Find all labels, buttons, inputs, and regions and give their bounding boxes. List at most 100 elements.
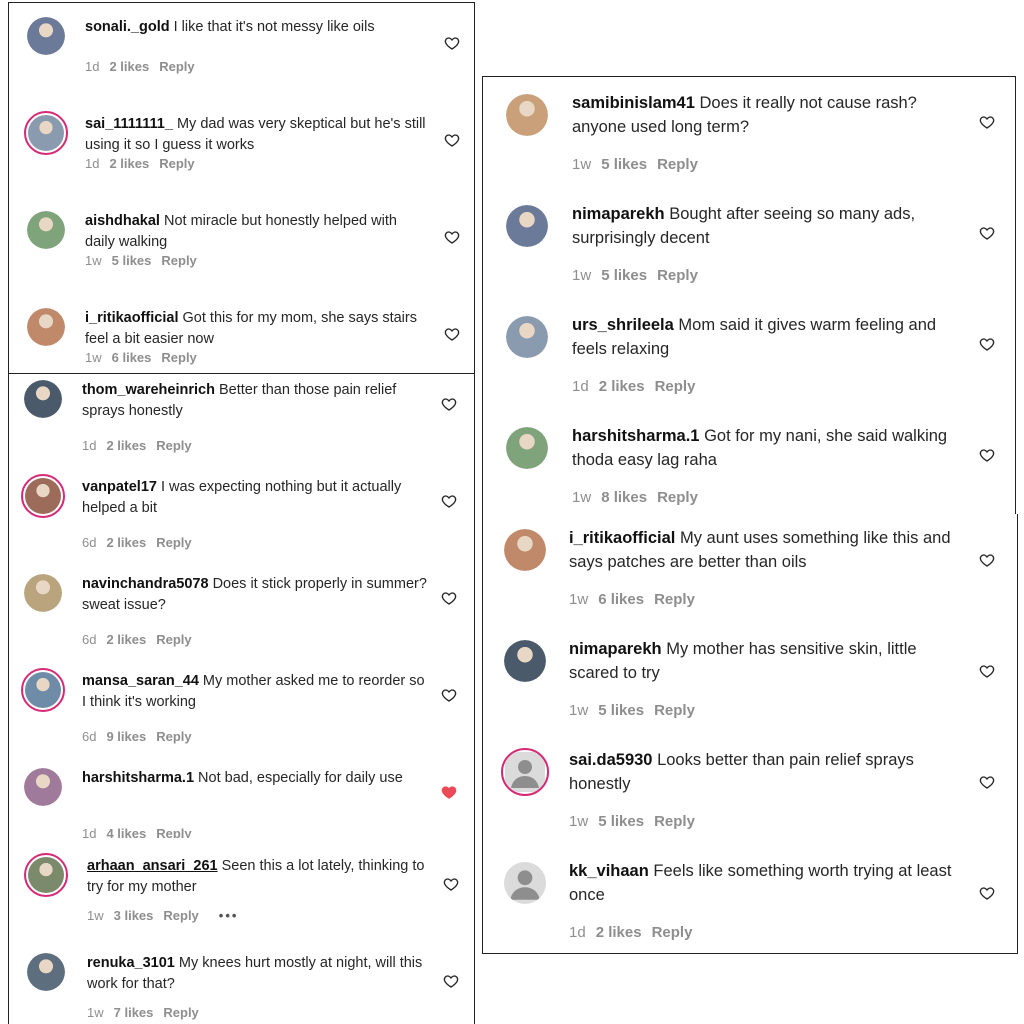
avatar[interactable]: [506, 427, 548, 469]
heart-icon[interactable]: [979, 552, 995, 568]
avatar[interactable]: [21, 474, 65, 518]
likes-count[interactable]: 2 likes: [106, 438, 146, 453]
likes-count[interactable]: 6 likes: [112, 350, 152, 365]
reply-button[interactable]: Reply: [156, 535, 191, 550]
heart-icon[interactable]: [979, 336, 995, 352]
reply-button[interactable]: Reply: [657, 489, 698, 506]
reply-button[interactable]: Reply: [156, 438, 191, 453]
reply-button[interactable]: Reply: [156, 632, 191, 647]
heart-icon[interactable]: [441, 784, 457, 800]
reply-button[interactable]: Reply: [161, 253, 196, 268]
heart-icon[interactable]: [441, 396, 457, 412]
avatar[interactable]: [506, 94, 548, 136]
heart-icon[interactable]: [444, 229, 460, 245]
reply-button[interactable]: Reply: [657, 156, 698, 173]
comment-text: nimaparekh My mother has sensitive skin,…: [569, 638, 959, 686]
reply-button[interactable]: Reply: [161, 350, 196, 365]
comment-username[interactable]: mansa_saran_44: [82, 673, 199, 689]
comments-panel-1: sonali._gold I like that it's not messy …: [8, 2, 475, 374]
comment-username[interactable]: renuka_3101: [87, 955, 175, 971]
comment-username[interactable]: kk_vihaan: [569, 862, 649, 880]
heart-icon[interactable]: [444, 35, 460, 51]
likes-count[interactable]: 3 likes: [114, 908, 154, 923]
comment-username[interactable]: i_ritikaofficial: [85, 310, 178, 326]
comment-meta: 1w 6 likes Reply: [85, 350, 207, 365]
likes-count[interactable]: 5 likes: [598, 702, 644, 719]
avatar[interactable]: [27, 953, 65, 991]
comment-text: aishdhakal Not miracle but honestly help…: [85, 211, 430, 253]
heart-icon[interactable]: [444, 326, 460, 342]
comment-username[interactable]: sonali._gold: [85, 19, 170, 35]
reply-button[interactable]: Reply: [159, 59, 194, 74]
likes-count[interactable]: 2 likes: [106, 535, 146, 550]
reply-button[interactable]: Reply: [654, 702, 695, 719]
avatar[interactable]: [504, 640, 546, 682]
likes-count[interactable]: 7 likes: [114, 1005, 154, 1020]
heart-icon[interactable]: [979, 447, 995, 463]
likes-count[interactable]: 5 likes: [112, 253, 152, 268]
comment-username[interactable]: sai_1111111_: [85, 116, 173, 132]
comment-username[interactable]: harshitsharma.1: [82, 770, 194, 786]
avatar[interactable]: [24, 853, 68, 897]
comment-username[interactable]: i_ritikaofficial: [569, 529, 675, 547]
avatar[interactable]: [24, 380, 62, 418]
comment-username[interactable]: nimaparekh: [569, 640, 662, 658]
avatar[interactable]: [27, 17, 65, 55]
heart-icon[interactable]: [441, 590, 457, 606]
avatar[interactable]: [24, 768, 62, 806]
reply-button[interactable]: Reply: [163, 908, 198, 923]
reply-button[interactable]: Reply: [652, 924, 693, 941]
reply-button[interactable]: Reply: [163, 1005, 198, 1020]
avatar[interactable]: [501, 748, 549, 796]
heart-icon[interactable]: [444, 132, 460, 148]
comment-username[interactable]: sai.da5930: [569, 751, 652, 769]
heart-icon[interactable]: [441, 493, 457, 509]
likes-count[interactable]: 5 likes: [601, 156, 647, 173]
likes-count[interactable]: 4 likes: [106, 826, 146, 838]
likes-count[interactable]: 2 likes: [109, 59, 149, 74]
comment-username[interactable]: harshitsharma.1: [572, 427, 699, 445]
avatar[interactable]: [21, 668, 65, 712]
heart-icon[interactable]: [443, 973, 459, 989]
reply-button[interactable]: Reply: [156, 826, 191, 838]
reply-button[interactable]: Reply: [156, 729, 191, 744]
likes-count[interactable]: 5 likes: [601, 267, 647, 284]
likes-count[interactable]: 9 likes: [106, 729, 146, 744]
avatar[interactable]: [506, 316, 548, 358]
avatar[interactable]: [27, 308, 65, 346]
heart-icon[interactable]: [979, 225, 995, 241]
comment-username[interactable]: samibinislam41: [572, 94, 695, 112]
likes-count[interactable]: 2 likes: [106, 632, 146, 647]
likes-count[interactable]: 5 likes: [598, 813, 644, 830]
avatar[interactable]: [24, 111, 68, 155]
comment-username[interactable]: aishdhakal: [85, 213, 160, 229]
likes-count[interactable]: 6 likes: [598, 591, 644, 608]
likes-count[interactable]: 2 likes: [599, 378, 645, 395]
heart-icon[interactable]: [441, 687, 457, 703]
heart-icon[interactable]: [443, 876, 459, 892]
heart-icon[interactable]: [979, 114, 995, 130]
avatar[interactable]: [27, 211, 65, 249]
reply-button[interactable]: Reply: [657, 267, 698, 284]
comment-username[interactable]: arhaan_ansari_261: [87, 858, 218, 874]
heart-icon[interactable]: [979, 774, 995, 790]
likes-count[interactable]: 8 likes: [601, 489, 647, 506]
avatar[interactable]: [24, 574, 62, 612]
heart-icon[interactable]: [979, 885, 995, 901]
avatar[interactable]: [506, 205, 548, 247]
reply-button[interactable]: Reply: [655, 378, 696, 395]
reply-button[interactable]: Reply: [654, 591, 695, 608]
likes-count[interactable]: 2 likes: [109, 156, 149, 171]
heart-icon[interactable]: [979, 663, 995, 679]
comment-username[interactable]: thom_wareheinrich: [82, 382, 215, 398]
reply-button[interactable]: Reply: [654, 813, 695, 830]
comment-username[interactable]: urs_shrileela: [572, 316, 674, 334]
avatar[interactable]: [504, 862, 546, 904]
comment-username[interactable]: vanpatel17: [82, 479, 157, 495]
comment-username[interactable]: navinchandra5078: [82, 576, 209, 592]
likes-count[interactable]: 2 likes: [596, 924, 642, 941]
comment-username[interactable]: nimaparekh: [572, 205, 665, 223]
reply-button[interactable]: Reply: [159, 156, 194, 171]
more-options-icon[interactable]: •••: [219, 908, 239, 923]
avatar[interactable]: [504, 529, 546, 571]
